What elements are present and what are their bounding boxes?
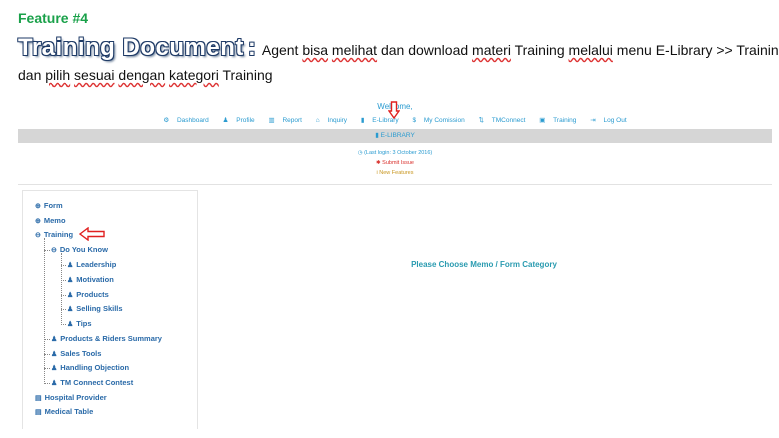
tree-line — [44, 368, 50, 369]
exchange-icon: ⇅ — [478, 117, 484, 124]
users-icon: ♟ — [67, 321, 74, 328]
bug-icon: ✱ — [376, 160, 381, 166]
users-icon: ♟ — [67, 292, 74, 299]
tree-line — [61, 295, 66, 296]
tree-item-motivation[interactable]: ♟ Motivation — [67, 275, 114, 284]
doc-description-cont: dan pilih sesuai dengan kategori Trainin… — [18, 67, 273, 83]
tree-item-hospital-provider[interactable]: ▤ Hospital Provider — [35, 393, 107, 402]
dollar-icon: $ — [412, 117, 417, 124]
tree-line — [61, 253, 62, 323]
nav-my-comission[interactable]: $ My Comission — [409, 117, 467, 124]
feature-label: Feature #4 — [18, 10, 89, 26]
info-icon: i — [376, 170, 378, 176]
tree-line — [61, 324, 66, 325]
minus-circle-icon: ⊖ — [35, 232, 41, 239]
user-icon: ♟ — [51, 380, 58, 387]
tree-item-products[interactable]: ♟ Products — [67, 290, 109, 299]
tree-item-tm-connect-contest[interactable]: ♟ TM Connect Contest — [51, 378, 133, 387]
tree-line — [44, 339, 50, 340]
doc-colon: : — [247, 34, 256, 61]
users-icon: ♟ — [67, 277, 74, 284]
doc-heading-line: Training Document: Agent bisa melihat dan… — [18, 34, 779, 62]
nav-logout[interactable]: ⇥ Log Out — [587, 117, 629, 124]
tree-line — [44, 238, 45, 384]
tree-item-medical-table[interactable]: ▤ Medical Table — [35, 407, 93, 416]
book-icon: ▮ — [360, 117, 365, 124]
nav-profile[interactable]: ♟ Profile — [220, 117, 258, 124]
tree-line — [61, 280, 66, 281]
nav-report[interactable]: ▥ Report — [266, 117, 305, 124]
last-login: ◷ (Last login: 3 October 2016) — [357, 150, 433, 156]
doc-description: Agent bisa melihat dan download materi T… — [261, 42, 779, 58]
plus-circle-icon: ⊕ — [35, 203, 41, 210]
submit-issue-link[interactable]: ✱ Submit Issue — [18, 160, 772, 166]
book-icon: ▮ — [375, 132, 379, 139]
plus-circle-icon: ⊕ — [35, 218, 41, 225]
nav-training[interactable]: ▣ Training — [536, 117, 579, 124]
tree-line — [44, 250, 50, 251]
tree-item-form[interactable]: ⊕ Form — [35, 201, 63, 210]
category-placeholder: Please Choose Memo / Form Category — [411, 260, 557, 269]
bar-chart-icon: ▥ — [268, 117, 275, 124]
app-screenshot: Welcome, ⚙ Dashboard ♟ Profile ▥ Report … — [18, 98, 772, 429]
minus-circle-icon: ⊖ — [51, 247, 57, 254]
tree-item-memo[interactable]: ⊕ Memo — [35, 216, 66, 225]
doc-title: Training Document — [18, 34, 244, 61]
sign-out-icon: ⇥ — [590, 117, 596, 124]
tree-item-tips[interactable]: ♟ Tips — [67, 319, 92, 328]
category-tree-panel: ⊕ Form ⊕ Memo ⊖ Training ⊖ Do You Know ♟ Lead… — [22, 190, 198, 429]
users-icon: ♟ — [67, 306, 74, 313]
section-bar: ▮ E-LIBRARY — [18, 129, 772, 143]
nav-inquiry[interactable]: ⌂ Inquiry — [313, 117, 350, 124]
user-icon: ♟ — [51, 351, 58, 358]
arrow-down-icon — [388, 101, 400, 119]
tree-item-leadership[interactable]: ♟ Leadership — [67, 260, 116, 269]
nav-tmconnect[interactable]: ⇅ TMConnect — [476, 117, 529, 124]
nav-dashboard[interactable]: ⚙ Dashboard — [160, 117, 211, 124]
user-icon: ♟ — [51, 365, 58, 372]
new-features-link[interactable]: i New Features — [18, 170, 772, 176]
hospital-icon: ▤ — [35, 409, 42, 416]
tree-item-sales-tools[interactable]: ♟ Sales Tools — [51, 349, 101, 358]
tree-item-do-you-know[interactable]: ⊖ Do You Know — [51, 245, 108, 254]
tree-line — [61, 265, 66, 266]
tree-item-handling-objection[interactable]: ♟ Handling Objection — [51, 363, 129, 372]
calendar-icon: ▣ — [539, 117, 546, 124]
tree-item-selling-skills[interactable]: ♟ Selling Skills — [67, 304, 123, 313]
bank-icon: ⌂ — [315, 117, 320, 124]
user-icon: ♟ — [51, 336, 58, 343]
tree-line — [61, 309, 66, 310]
arrow-left-icon — [79, 227, 105, 241]
user-icon: ♟ — [222, 117, 229, 124]
tree-item-training[interactable]: ⊖ Training — [35, 230, 73, 239]
tree-item-products-riders[interactable]: ♟ Products & Riders Summary — [51, 334, 162, 343]
clock-icon: ◷ — [357, 150, 363, 156]
tree-line — [44, 383, 50, 384]
hospital-icon: ▤ — [35, 395, 42, 402]
gears-icon: ⚙ — [163, 117, 170, 124]
tree-line — [44, 354, 50, 355]
divider — [18, 184, 772, 185]
users-icon: ♟ — [67, 262, 74, 269]
